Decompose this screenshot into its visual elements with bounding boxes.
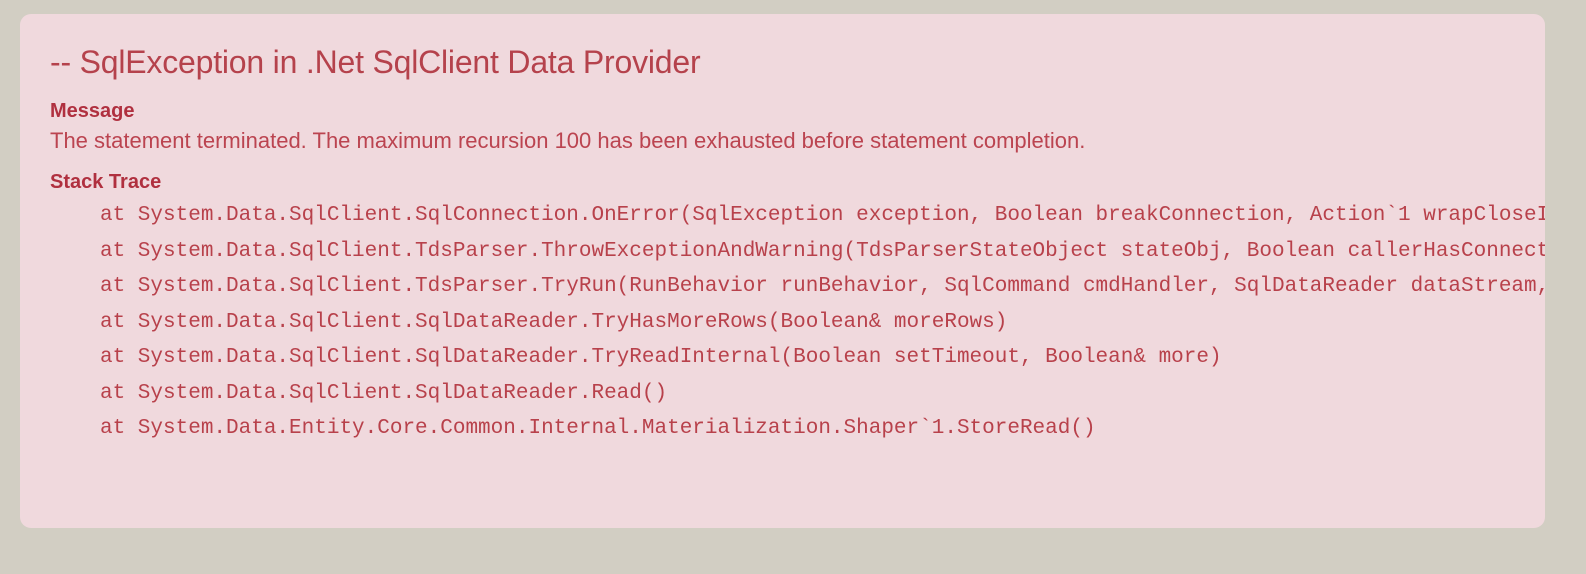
stack-trace-line: at System.Data.SqlClient.SqlConnection.O… bbox=[100, 204, 1545, 228]
sql-exception-panel: -- SqlException in .Net SqlClient Data P… bbox=[20, 14, 1545, 528]
stack-trace-list: at System.Data.SqlClient.SqlConnection.O… bbox=[50, 198, 1545, 447]
stack-trace-line: at System.Data.Entity.Core.Common.Intern… bbox=[100, 417, 1096, 441]
stack-trace-line: at System.Data.SqlClient.SqlDataReader.R… bbox=[100, 381, 668, 405]
message-text: The statement terminated. The maximum re… bbox=[50, 127, 1086, 153]
panel-content: -- SqlException in .Net SqlClient Data P… bbox=[20, 14, 1545, 528]
message-heading: Message bbox=[50, 99, 135, 122]
stack-trace-line: at System.Data.SqlClient.TdsParser.TryRu… bbox=[100, 275, 1545, 299]
exception-title: -- SqlException in .Net SqlClient Data P… bbox=[50, 44, 701, 80]
stack-trace-line: at System.Data.SqlClient.SqlDataReader.T… bbox=[100, 346, 1222, 370]
stack-trace-line: at System.Data.SqlClient.TdsParser.Throw… bbox=[100, 239, 1545, 263]
stack-trace-heading: Stack Trace bbox=[50, 171, 162, 194]
stack-trace-line: at System.Data.SqlClient.SqlDataReader.T… bbox=[100, 310, 1008, 334]
